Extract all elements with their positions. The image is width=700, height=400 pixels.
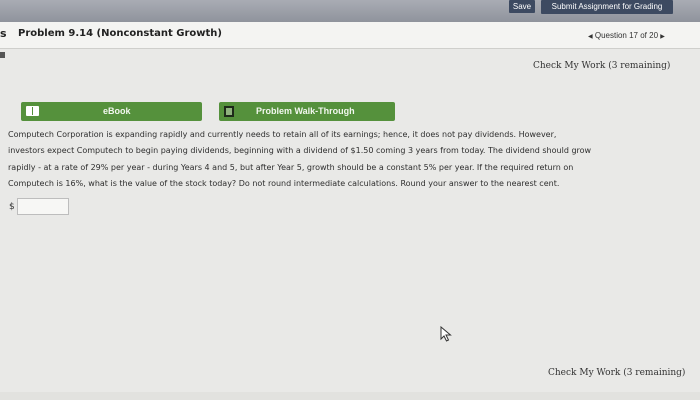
next-question-icon[interactable]: ▶ xyxy=(660,34,665,40)
problem-title: Problem 9.14 (Nonconstant Growth) xyxy=(18,28,222,39)
currency-symbol: $ xyxy=(9,202,15,212)
problem-line: Computech is 16%, what is the value of t… xyxy=(8,178,560,188)
ebook-label: eBook xyxy=(103,106,131,116)
problem-statement: Computech Corporation is expanding rapid… xyxy=(8,127,693,192)
mouse-pointer-icon xyxy=(440,326,452,342)
problem-line: investors expect Computech to begin payi… xyxy=(8,146,592,156)
check-my-work-link-bottom[interactable]: Check My Work (3 remaining) xyxy=(548,368,685,378)
problem-line: Computech Corporation is expanding rapid… xyxy=(8,130,557,139)
walkthrough-label: Problem Walk-Through xyxy=(256,106,355,116)
top-toolbar: Save Submit Assignment for Grading xyxy=(0,0,700,22)
save-button[interactable]: Save xyxy=(509,0,535,13)
submit-assignment-button[interactable]: Submit Assignment for Grading xyxy=(541,0,673,14)
book-icon xyxy=(26,106,39,116)
check-my-work-link-top[interactable]: Check My Work (3 remaining) xyxy=(533,61,670,71)
ebook-button[interactable]: eBook xyxy=(21,102,202,121)
bottom-edge xyxy=(0,392,700,400)
walkthrough-icon xyxy=(224,106,234,117)
previous-question-icon[interactable]: ◀ xyxy=(588,34,593,40)
problem-line: rapidly - at a rate of 29% per year - du… xyxy=(8,162,574,172)
problem-header: s Problem 9.14 (Nonconstant Growth) ◀ Qu… xyxy=(0,22,700,49)
header-marker: s xyxy=(0,27,7,40)
question-navigator: ◀ Question 17 of 20 ▶ xyxy=(588,31,665,40)
answer-input[interactable] xyxy=(17,198,69,215)
left-edge-marker xyxy=(0,52,5,58)
problem-walkthrough-button[interactable]: Problem Walk-Through xyxy=(219,102,395,121)
question-counter: Question 17 of 20 xyxy=(594,31,659,40)
